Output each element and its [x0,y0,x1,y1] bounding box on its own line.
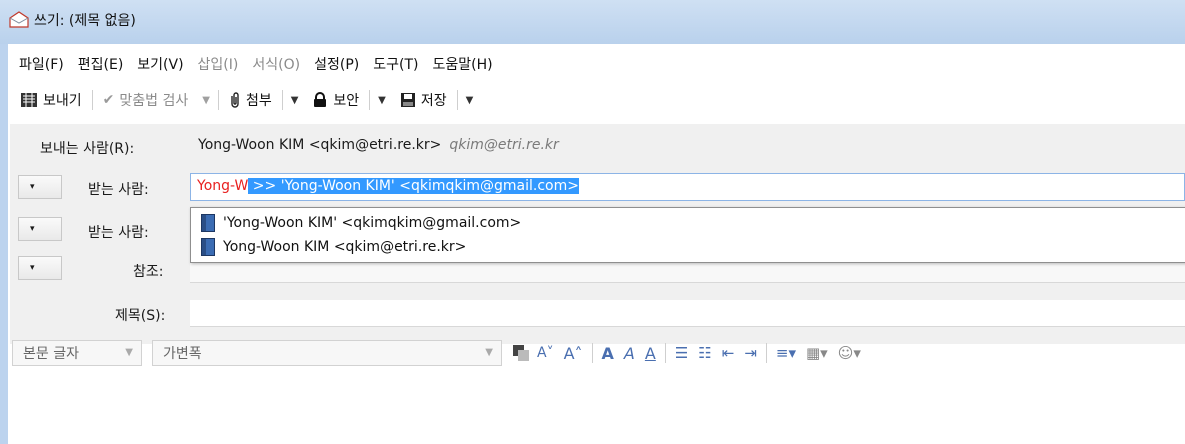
outdent-icon[interactable]: ⇤ [717,344,740,362]
paragraph-format-select[interactable]: 본문 글자 ▼ [12,340,142,366]
menu-bar: 파일(F) 편집(E) 보기(V) 삽입(I) 서식(O) 설정(P) 도구(T… [12,50,500,76]
menu-format[interactable]: 서식(O) [245,50,307,76]
security-dropdown[interactable]: ▼ [372,86,392,114]
indent-icon[interactable]: ⇥ [739,344,762,362]
spellcheck-button[interactable]: ✔ 맞춤법 검사 [95,86,197,114]
compose-window-icon [9,11,29,28]
window-title: 쓰기: (제목 없음) [34,13,136,29]
spellcheck-dropdown[interactable]: ▼ [196,86,216,114]
menu-insert[interactable]: 삽입(I) [191,50,246,76]
paragraph-format-label: 본문 글자 [23,346,79,362]
menu-file[interactable]: 파일(F) [12,50,71,76]
text-color-icon[interactable] [510,342,532,364]
underline-icon[interactable]: A [640,344,661,363]
checkmark-icon: ✔ [102,92,115,108]
to-input[interactable]: Yong-W >> 'Yong-Woon KIM' <qkimqkim@gmai… [190,173,1185,201]
security-label: 보안 [333,93,360,109]
from-alt-address: qkim@etri.re.kr [449,137,559,153]
align-icon[interactable]: ≡▾ [771,344,801,362]
toolbar-separator [369,90,371,110]
toolbar-separator [591,343,593,363]
spellcheck-label: 맞춤법 검사 [119,93,189,109]
paperclip-icon [231,92,239,108]
autocomplete-item-label: Yong-Woon KIM <qkim@etri.re.kr> [223,239,467,255]
formatting-toolbar: 본문 글자 ▼ 가변폭 ▼ A˅ A˄ A A A ☰ ☷ ⇤ ⇥ ≡▾ ▦▾ … [12,337,866,369]
attach-label: 첨부 [245,93,272,109]
toolbar-separator [664,343,666,363]
from-value: Yong-Woon KIM <qkim@etri.re.kr> [198,137,442,153]
font-family-select[interactable]: 가변폭 ▼ [152,340,502,366]
to-autocomplete-selection: >> 'Yong-Woon KIM' <qkimqkim@gmail.com> [248,178,579,194]
floppy-disk-icon [400,93,415,107]
toolbar-separator [217,90,219,110]
title-bar: 쓰기: (제목 없음) [0,0,1185,44]
autocomplete-item[interactable]: 'Yong-Woon KIM' <qkimqkim@gmail.com> [201,212,521,234]
save-button[interactable]: 저장 [392,86,455,114]
save-label: 저장 [420,93,447,109]
attach-dropdown[interactable]: ▼ [285,86,305,114]
message-body[interactable] [10,375,1185,444]
subject-label: 제목(S): [115,308,166,324]
subject-input[interactable] [190,300,1185,327]
autocomplete-item[interactable]: Yong-Woon KIM <qkim@etri.re.kr> [201,236,466,258]
toolbar-separator [281,90,283,110]
italic-icon[interactable]: A [619,344,640,363]
to-label-2: 받는 사람: [88,225,149,241]
compose-toolbar: 보내기 ✔ 맞춤법 검사 ▼ 첨부 ▼ 보안 ▼ 저장 ▼ [12,84,479,116]
menu-tools[interactable]: 도구(T) [366,50,425,76]
window-left-edge [0,44,8,444]
send-button[interactable]: 보내기 [12,86,90,114]
toolbar-separator [456,90,458,110]
toolbar-separator [765,343,767,363]
smiley-icon[interactable]: ☺▾ [833,344,866,362]
toolbar-separator [91,90,93,110]
attach-button[interactable]: 첨부 [221,86,280,114]
security-button[interactable]: 보안 [304,86,367,114]
address-book-icon [201,214,215,232]
chevron-down-icon: ▼ [125,347,133,358]
cc-label: 참조: [133,264,164,280]
autocomplete-item-label: 'Yong-Woon KIM' <qkimqkim@gmail.com> [223,215,522,231]
lock-icon [314,92,327,107]
numbered-list-icon[interactable]: ☷ [693,344,716,362]
font-family-label: 가변폭 [163,346,202,362]
menu-options[interactable]: 설정(P) [307,50,366,76]
bulleted-list-icon[interactable]: ☰ [670,344,693,362]
from-label: 보내는 사람(R): [40,141,135,157]
insert-image-icon[interactable]: ▦▾ [801,344,833,362]
recipient-type-dropdown[interactable]: ▾ [18,175,62,199]
increase-font-size-icon[interactable]: A˄ [559,344,588,363]
chevron-down-icon: ▼ [485,347,493,358]
send-label: 보내기 [43,93,82,109]
recipient-type-dropdown[interactable]: ▾ [18,217,62,241]
menu-help[interactable]: 도움말(H) [425,50,499,76]
menu-edit[interactable]: 편집(E) [71,50,131,76]
send-icon [21,93,37,107]
decrease-font-size-icon[interactable]: A˅ [532,345,559,361]
to-label: 받는 사람: [88,182,149,198]
to-typed-text: Yong-W [197,178,249,194]
recipient-type-dropdown[interactable]: ▾ [18,256,62,280]
autocomplete-popup: 'Yong-Woon KIM' <qkimqkim@gmail.com> Yon… [190,207,1185,263]
save-dropdown[interactable]: ▼ [460,86,480,114]
address-book-icon [201,238,215,256]
bold-icon[interactable]: A [597,344,619,363]
from-identity-select[interactable]: Yong-Woon KIM <qkim@etri.re.kr> qkim@etri… [198,137,559,153]
menu-view[interactable]: 보기(V) [130,50,190,76]
